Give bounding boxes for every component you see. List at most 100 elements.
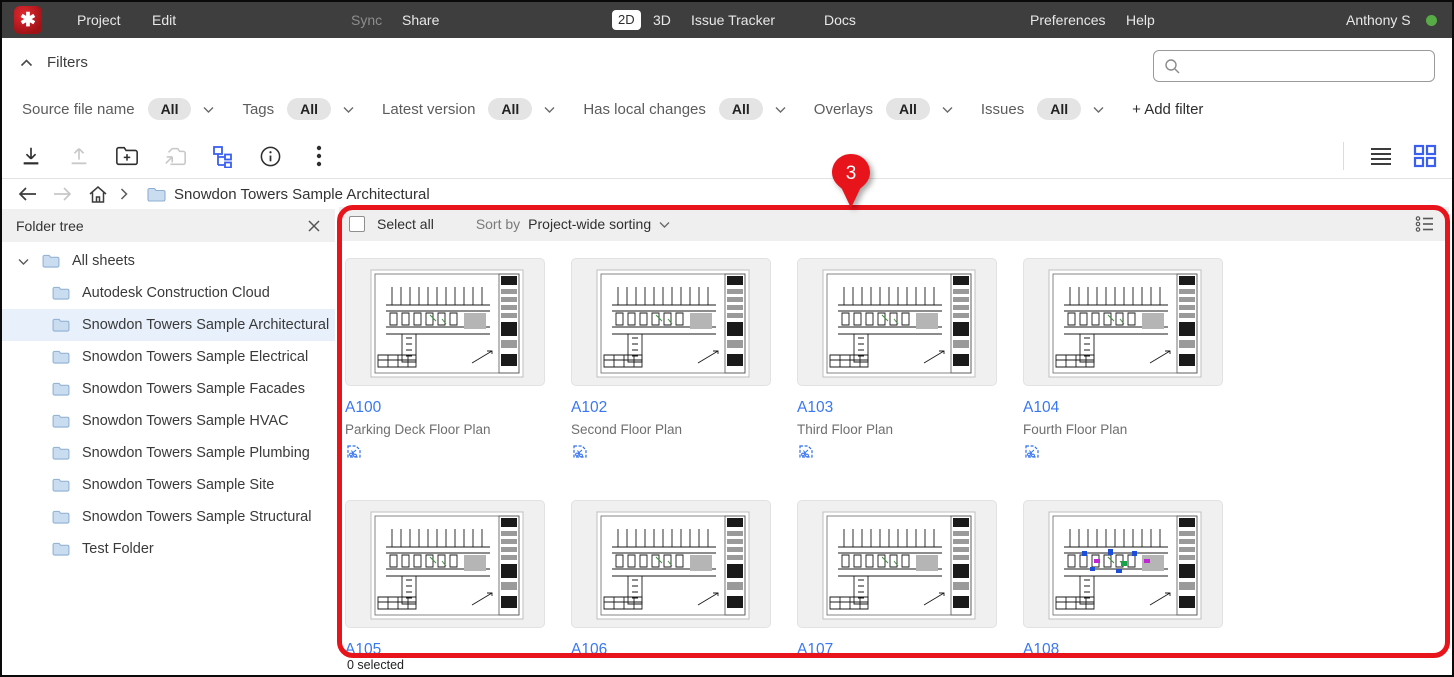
add-filter-button[interactable]: + Add filter [1132, 101, 1203, 118]
filter-value-pill[interactable]: All [886, 98, 930, 120]
sheet-thumbnail[interactable] [345, 500, 545, 628]
filter-latest-version: Latest version All [382, 98, 555, 120]
sheet-id[interactable]: A100 [345, 399, 545, 417]
user-menu[interactable]: Anthony S [1346, 2, 1411, 38]
sheet-name: Second Floor Plan [571, 422, 771, 437]
sheet-thumbnail[interactable] [1023, 258, 1223, 386]
sheet-name: Fourth Floor Plan [1023, 422, 1223, 437]
tree-item-label: Autodesk Construction Cloud [82, 285, 270, 301]
tree-item-label: All sheets [72, 253, 135, 269]
menu-issue-tracker[interactable]: Issue Tracker [691, 2, 775, 38]
sheet-thumbnail[interactable] [797, 258, 997, 386]
folder-icon [52, 286, 70, 300]
sort-dropdown[interactable]: Project-wide sorting [528, 216, 651, 232]
sheet-thumbnail[interactable] [1023, 500, 1223, 628]
breadcrumb-current-folder[interactable]: Snowdon Towers Sample Architectural [174, 182, 430, 206]
filters-row: Filters [2, 40, 1452, 90]
document-toolbar [2, 134, 1452, 179]
home-icon[interactable] [88, 182, 108, 206]
sheet-card-a103: A103 Third Floor Plan [797, 258, 997, 459]
filter-label: Has local changes [583, 101, 706, 118]
info-icon[interactable] [257, 143, 283, 169]
sheet-thumbnail[interactable] [797, 500, 997, 628]
sort-by-label: Sort by [476, 216, 520, 232]
sheet-thumbnail[interactable] [571, 258, 771, 386]
new-folder-icon[interactable] [114, 143, 140, 169]
tree-item-snowdon-site[interactable]: Snowdon Towers Sample Site [2, 469, 335, 501]
tree-item-test-folder[interactable]: Test Folder [2, 533, 335, 565]
filter-value-pill[interactable]: All [488, 98, 532, 120]
tree-item-snowdon-plumbing[interactable]: Snowdon Towers Sample Plumbing [2, 437, 335, 469]
search-input[interactable] [1189, 58, 1434, 74]
menu-edit[interactable]: Edit [152, 2, 176, 38]
sheet-id[interactable]: A104 [1023, 399, 1223, 417]
tree-item-label: Snowdon Towers Sample Architectural [82, 317, 329, 333]
folder-icon [52, 542, 70, 556]
back-button[interactable] [18, 182, 38, 206]
tree-item-snowdon-architectural[interactable]: Snowdon Towers Sample Architectural [2, 309, 335, 341]
chevron-down-icon[interactable] [659, 221, 670, 228]
tree-item-snowdon-electrical[interactable]: Snowdon Towers Sample Electrical [2, 341, 335, 373]
tree-item-snowdon-hvac[interactable]: Snowdon Towers Sample HVAC [2, 405, 335, 437]
online-status-dot [1426, 15, 1437, 26]
chevron-down-icon[interactable] [942, 106, 953, 113]
select-all-label[interactable]: Select all [377, 216, 434, 232]
sheet-card-a105: A105 [345, 500, 545, 659]
top-menu-bar: ✱ Project Edit Sync Share 2D 3D Issue Tr… [2, 2, 1452, 38]
app-window: ✱ Project Edit Sync Share 2D 3D Issue Tr… [0, 0, 1454, 677]
tree-item-all-sheets[interactable]: All sheets [2, 245, 335, 277]
sheet-name: Parking Deck Floor Plan [345, 422, 545, 437]
list-settings-icon[interactable] [1415, 215, 1435, 233]
menu-docs[interactable]: Docs [824, 2, 856, 38]
tree-item-snowdon-facades[interactable]: Snowdon Towers Sample Facades [2, 373, 335, 405]
chevron-down-icon[interactable] [203, 106, 214, 113]
select-all-checkbox[interactable] [349, 216, 365, 232]
folder-icon [52, 350, 70, 364]
upload-icon[interactable] [66, 143, 92, 169]
extracted-sheet-icon [571, 444, 771, 459]
search-box[interactable] [1153, 50, 1435, 82]
sheet-card-a108: A108 [1023, 500, 1223, 659]
extracted-sheet-icon [797, 444, 997, 459]
mode-2d-toggle[interactable]: 2D [612, 10, 641, 30]
menu-sync[interactable]: Sync [351, 2, 382, 38]
chevron-down-icon[interactable] [343, 106, 354, 113]
forward-button[interactable] [52, 182, 72, 206]
chevron-down-icon[interactable] [1093, 106, 1104, 113]
sheet-id[interactable]: A102 [571, 399, 771, 417]
kebab-menu-icon[interactable] [306, 143, 332, 169]
folder-tree-header: Folder tree [2, 209, 335, 242]
close-icon[interactable] [307, 219, 321, 233]
sheet-card-a106: A106 [571, 500, 771, 659]
tree-item-autodesk-construction-cloud[interactable]: Autodesk Construction Cloud [2, 277, 335, 309]
download-icon[interactable] [18, 143, 44, 169]
move-folder-icon[interactable] [162, 143, 188, 169]
tree-item-label: Snowdon Towers Sample HVAC [82, 413, 289, 429]
filter-issues: Issues All [981, 98, 1104, 120]
filter-value-pill[interactable]: All [719, 98, 763, 120]
app-logo-icon: ✱ [14, 6, 42, 34]
menu-project[interactable]: Project [77, 2, 121, 38]
status-bar: 0 selected [2, 656, 1452, 675]
folder-tree-panel: Folder tree All sheets Autodesk Construc… [2, 209, 335, 656]
tree-structure-icon[interactable] [210, 143, 236, 169]
list-view-icon[interactable] [1368, 143, 1394, 169]
filters-collapse-toggle[interactable]: Filters [20, 54, 88, 71]
extracted-sheet-icon [345, 444, 545, 459]
mode-3d-toggle[interactable]: 3D [653, 2, 671, 38]
tree-item-snowdon-structural[interactable]: Snowdon Towers Sample Structural [2, 501, 335, 533]
filter-value-pill[interactable]: All [287, 98, 331, 120]
chevron-down-icon[interactable] [544, 106, 555, 113]
filter-value-pill[interactable]: All [148, 98, 192, 120]
filter-value-pill[interactable]: All [1037, 98, 1081, 120]
sheet-id[interactable]: A103 [797, 399, 997, 417]
sheet-thumbnail[interactable] [345, 258, 545, 386]
menu-help[interactable]: Help [1126, 2, 1155, 38]
menu-preferences[interactable]: Preferences [1030, 2, 1105, 38]
sheet-card-a102: A102 Second Floor Plan [571, 258, 771, 459]
sheet-thumbnail[interactable] [571, 500, 771, 628]
chevron-down-icon[interactable] [18, 258, 32, 265]
grid-view-icon[interactable] [1412, 143, 1438, 169]
chevron-down-icon[interactable] [775, 106, 786, 113]
menu-share[interactable]: Share [402, 2, 439, 38]
